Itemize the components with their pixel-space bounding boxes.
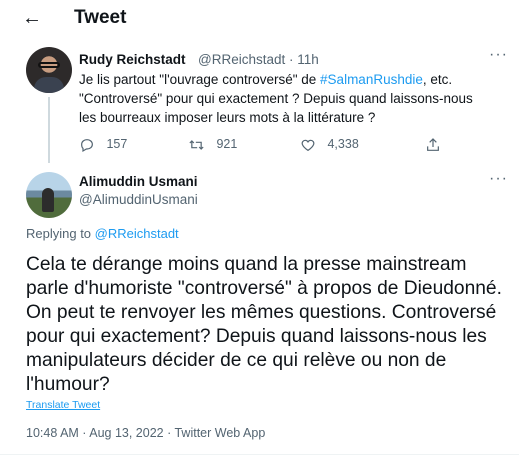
author-name[interactable]: Rudy Reichstadt — [79, 52, 186, 67]
more-options-icon[interactable]: ··· — [489, 46, 508, 64]
reply-button[interactable]: 157 — [79, 135, 127, 153]
tweet-text: Je lis partout "l'ouvrage controversé" d… — [79, 70, 484, 127]
replying-handle-link[interactable]: @RReichstadt — [95, 226, 179, 241]
author-handle[interactable]: @RReichstadt · 11h — [198, 52, 319, 67]
replying-prefix: Replying to — [26, 226, 95, 241]
retweet-count: 921 — [216, 137, 238, 151]
avatar-glasses — [38, 62, 60, 68]
avatar[interactable] — [26, 47, 72, 93]
replying-to: Replying to @RReichstadt — [26, 226, 179, 241]
avatar[interactable] — [26, 172, 72, 218]
retweet-icon — [189, 139, 204, 150]
tweet-text-part: Je lis partout "l'ouvrage controversé" d… — [79, 72, 321, 87]
author-name[interactable]: Alimuddin Usmani — [79, 174, 198, 189]
arrow-left-icon[interactable]: ← — [22, 7, 42, 29]
translate-tweet-link[interactable]: Translate Tweet — [26, 399, 100, 411]
retweet-button[interactable]: 921 — [188, 135, 237, 153]
like-count: 4,338 — [327, 137, 359, 151]
share-button[interactable] — [425, 135, 441, 153]
page-title: Tweet — [74, 7, 127, 28]
tweet-text: Cela te dérange moins quand la presse ma… — [26, 254, 502, 395]
tweet-timestamp[interactable]: 10:48 AM · Aug 13, 2022 · Twitter Web Ap… — [26, 426, 265, 440]
like-button[interactable]: 4,338 — [300, 135, 359, 153]
share-icon — [427, 137, 439, 151]
avatar-shirt — [34, 77, 64, 93]
hashtag-link[interactable]: #SalmanRushdie — [320, 72, 423, 87]
avatar-person — [42, 188, 54, 212]
tweet-header: ← Tweet — [0, 0, 519, 38]
heart-icon — [301, 139, 315, 151]
reply-icon — [81, 138, 93, 152]
divider — [0, 454, 519, 455]
author-handle[interactable]: @AlimuddinUsmani — [79, 192, 198, 207]
more-options-icon[interactable]: ··· — [489, 170, 508, 188]
thread-connector-line — [48, 97, 50, 163]
reply-count: 157 — [106, 137, 128, 151]
